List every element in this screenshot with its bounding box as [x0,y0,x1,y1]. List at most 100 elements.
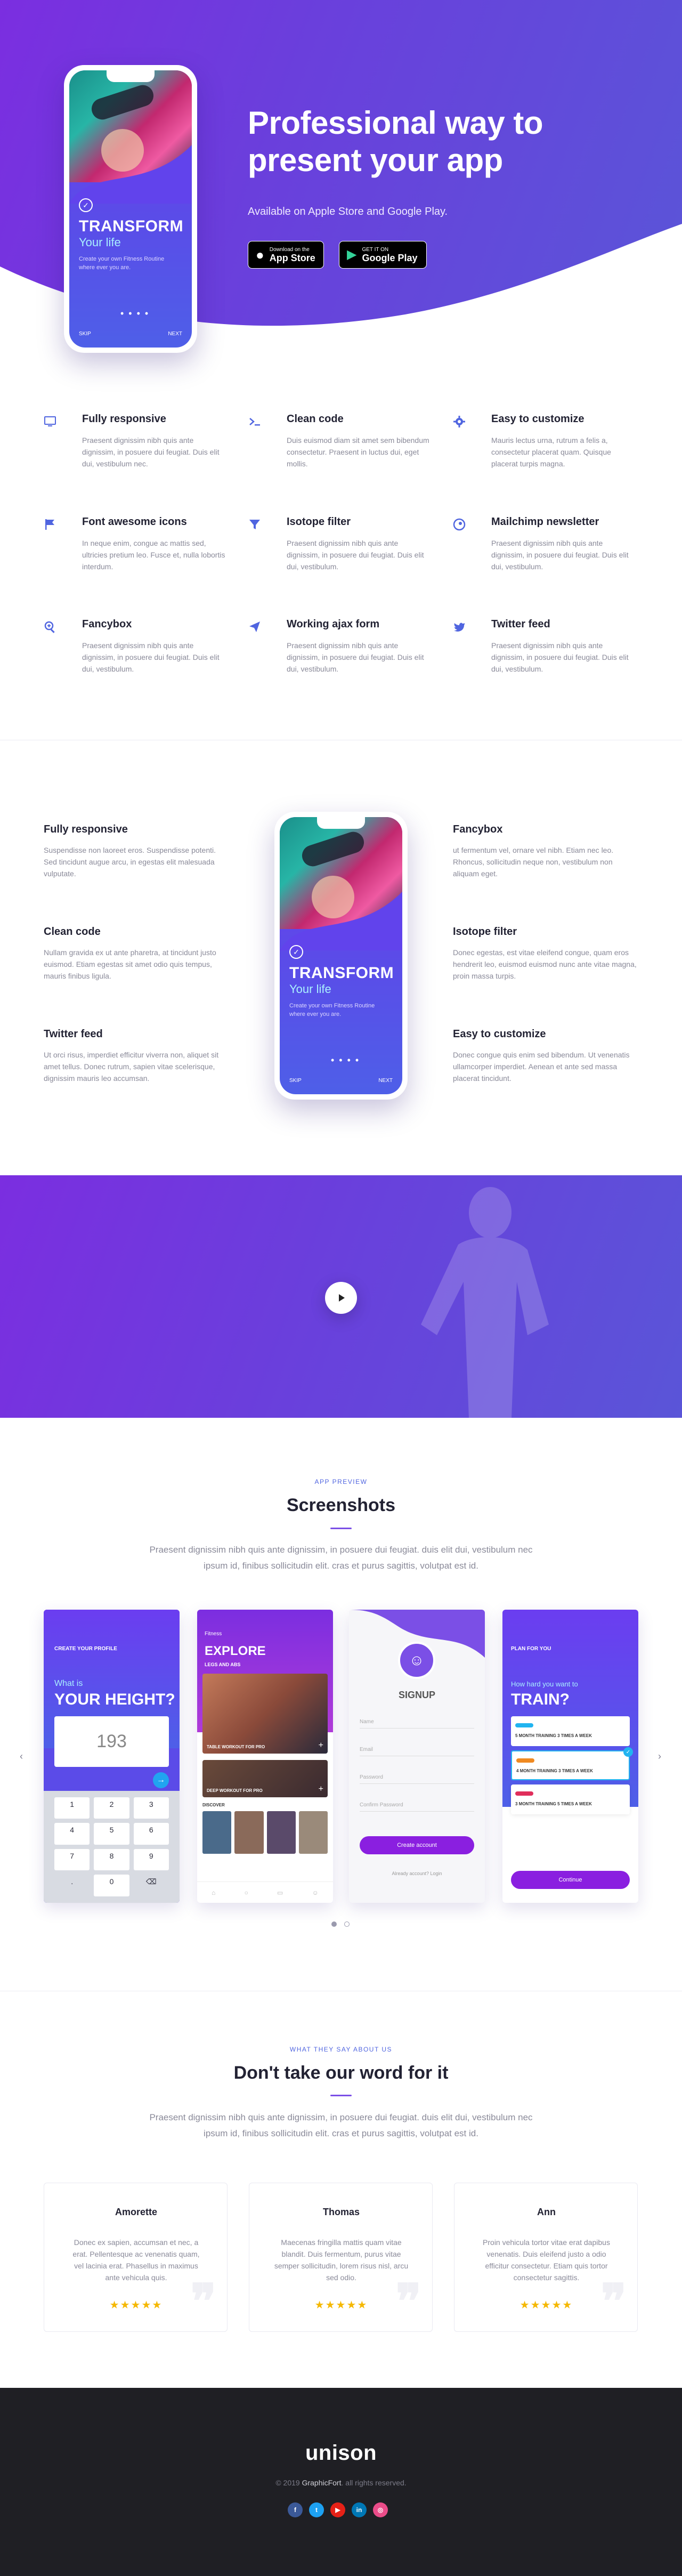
hero-title: Professional way to present your app [248,105,543,178]
card-question: What is [54,1679,83,1688]
carousel-next-arrow[interactable]: › [654,1751,665,1762]
carousel-dot-active[interactable] [331,1921,337,1927]
facebook-icon[interactable]: f [288,2502,303,2517]
height-input[interactable]: 193 [54,1716,169,1767]
feature-text: Praesent dignissim nibh quis ante dignis… [491,539,629,571]
keypad-key[interactable]: 9 [133,1848,169,1870]
stats-icon[interactable]: ▭ [277,1889,283,1896]
workout-image[interactable]: TABLE WORKOUT FOR PRO + [202,1674,328,1754]
side-feature-text: Donec congue quis enim sed bibendum. Ut … [453,1051,630,1083]
screenshot-card[interactable]: CREATE YOUR PROFILE What is YOUR HEIGHT?… [44,1610,180,1903]
testimonial-text: Maecenas fringilla mattis quam vitae bla… [274,2238,409,2282]
gear-icon [453,416,465,427]
keypad-key[interactable]: 2 [94,1797,129,1819]
password-field[interactable]: Password [360,1774,474,1784]
testimonial-text: Proin vehicula tortor vitae erat dapibus… [483,2238,610,2282]
side-feature-right: Isotope filter Donec egestas, est vitae … [453,926,639,982]
linkedin-icon[interactable]: in [352,2502,367,2517]
confirm-password-field[interactable]: Confirm Password [360,1802,474,1812]
google-play-button[interactable]: ▶ GET IT ON Google Play [339,241,427,269]
testimonials-title: Don't take our word for it [233,2063,449,2083]
search-icon[interactable]: ○ [245,1889,248,1896]
plan-option[interactable]: 5 MONTH TRAINING 3 TIMES A WEEK [511,1716,630,1746]
login-link[interactable]: Already account? Login [349,1871,485,1876]
side-feature-title: Fully responsive [44,823,128,835]
side-feature-left: Clean code Nullam gravida ex ut ante pha… [44,926,230,982]
screenshot-card[interactable]: ☺ SIGNUP Name Email Password Confirm Pas… [349,1610,485,1903]
testimonial-card: ❞ Amorette Donec ex sapien, accumsan et … [44,2183,228,2332]
card-question: How hard you want to [511,1680,578,1688]
keypad-key[interactable]: 4 [54,1823,90,1845]
name-field[interactable]: Name [360,1719,474,1729]
footer-logo[interactable]: unison [0,2441,682,2465]
phone-text: Create your own Fitness Routine where ev… [289,1003,375,1018]
google-play-icon: ▶ [347,247,357,262]
keypad-key[interactable]: 3 [133,1797,169,1819]
screenshot-card[interactable]: PLAN FOR YOU How hard you want to TRAIN?… [502,1610,638,1903]
feature-text: Praesent dignissim nibh quis ante dignis… [82,436,220,468]
youtube-icon[interactable]: ▶ [330,2502,345,2517]
side-feature-title: Fancybox [453,823,503,835]
home-icon[interactable]: ⌂ [212,1889,215,1896]
card-big-title: TRAIN? [511,1691,570,1708]
side-feature-title: Easy to customize [453,1028,546,1040]
terminal-icon [249,418,260,426]
create-account-button[interactable]: Create account [360,1836,474,1854]
plan-option-selected[interactable]: 4 MONTH TRAINING 3 TIMES A WEEK ✓ [511,1747,633,1780]
next-arrow-icon[interactable]: → [153,1772,169,1788]
keypad-key[interactable]: 8 [94,1848,129,1870]
star-rating: ★★★★★ [314,2299,368,2311]
card-title: EXPLORE [205,1644,266,1658]
phone-pager-dots: • • • • [331,1055,360,1065]
continue-button[interactable]: Continue [511,1871,630,1889]
carousel-prev-arrow[interactable]: ‹ [16,1751,27,1762]
keypad-key[interactable]: 1 [54,1797,90,1819]
workout-image[interactable]: DEEP WORKOUT FOR PRO + [202,1760,328,1797]
feature-text: In neque enim, congue ac mattis sed, ult… [82,539,225,571]
dribbble-icon[interactable]: ◎ [373,2502,388,2517]
plus-icon[interactable]: + [319,1741,323,1750]
keypad-key[interactable]: 7 [54,1848,90,1870]
star-rating: ★★★★★ [519,2299,573,2311]
card-tag: Fitness [205,1631,222,1637]
screenshots-eyebrow: APP PREVIEW [314,1478,368,1485]
side-feature-title: Twitter feed [44,1028,103,1040]
play-video-button[interactable] [325,1282,357,1314]
plan-option[interactable]: 3 MONTH TRAINING 5 TIMES A WEEK [511,1784,630,1814]
side-feature-left: Fully responsive Suspendisse non laoreet… [44,823,230,879]
check-icon: ✓ [623,1747,633,1757]
discover-thumbs [202,1811,328,1854]
testimonial-card: ❞ Thomas Maecenas fringilla mattis quam … [249,2183,433,2332]
footer-brand-link[interactable]: GraphicFort [302,2478,342,2487]
play-icon [339,1294,345,1302]
feature-title: Mailchimp newsletter [491,516,599,528]
twitter-icon[interactable]: t [309,2502,324,2517]
athlete-silhouette [421,1187,549,1418]
plus-icon[interactable]: + [319,1784,323,1794]
screenshot-card[interactable]: Fitness EXPLORE LEGS AND ABS TABLE WORKO… [197,1610,333,1903]
twitter-icon [454,623,465,632]
plan-option-label: 4 MONTH TRAINING 3 TIMES A WEEK [516,1769,593,1773]
phone-next: NEXT [378,1078,393,1084]
paper-plane-icon [249,621,260,632]
side-feature-title: Isotope filter [453,926,517,938]
title-underline [330,2095,352,2096]
email-field[interactable]: Email [360,1747,474,1756]
profile-icon[interactable]: ☺ [312,1889,319,1896]
phone-skip: SKIP [289,1078,302,1084]
discover-label: DISCOVER [202,1803,225,1807]
keypad-key[interactable]: . [54,1875,90,1896]
flag-icon [45,519,54,530]
app-store-button[interactable]: ● Download on the App Store [248,241,324,269]
hero-phone-mockup: ✓ TRANSFORM Your life Create your own Fi… [64,65,197,353]
side-feature-text: ut fermentum vel, ornare vel nibh. Etiam… [453,846,614,878]
carousel-dot[interactable] [344,1921,350,1927]
keypad-key[interactable]: 5 [94,1823,129,1845]
keypad-key[interactable]: 6 [133,1823,169,1845]
keypad-key[interactable]: 0 [94,1874,129,1896]
backspace-icon[interactable]: ⌫ [134,1875,169,1896]
side-feature-text: Ut orci risus, imperdiet efficitur viver… [44,1051,219,1083]
testimonial-name: Amorette [115,2207,157,2217]
phone-text: Create your own Fitness Routine where ev… [79,256,165,271]
center-phone-mockup: ✓ TRANSFORM Your life Create your own Fi… [274,812,408,1100]
